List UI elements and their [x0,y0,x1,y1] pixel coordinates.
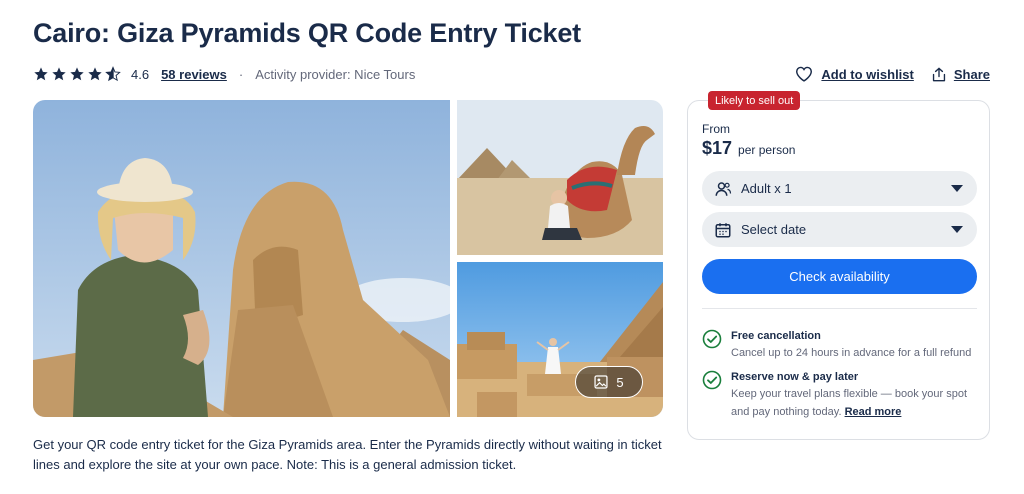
from-label: From [702,122,730,136]
likely-to-sell-out-badge: Likely to sell out [708,91,801,110]
check-availability-button[interactable]: Check availability [702,259,977,294]
booking-card: From $17 per person Adult x 1 Select dat… [687,100,990,440]
wishlist-label: Add to wishlist [821,66,914,82]
feature-title: Reserve now & pay later [731,371,859,383]
activity-provider: Activity provider: Nice Tours [255,66,416,82]
main-photo-sphinx[interactable] [33,100,450,417]
feature-title: Free cancellation [731,330,821,342]
chevron-down-icon [951,185,963,192]
participants-select[interactable]: Adult x 1 [702,171,977,206]
participants-icon [715,181,732,196]
calendar-icon [715,222,731,237]
star-icon [34,67,48,81]
reserve-now-pay-later-feature: Reserve now & pay later Keep your travel… [702,369,982,421]
check-circle-icon [702,370,722,390]
price: $17 per person [702,138,795,159]
check-circle-icon [702,329,722,349]
share-button[interactable]: Share [932,67,990,82]
share-label: Share [953,66,990,82]
date-select[interactable]: Select date [702,212,977,247]
share-icon [932,67,945,81]
image-icon [594,375,608,389]
star-icon [88,67,102,81]
page-title: Cairo: Giza Pyramids QR Code Entry Ticke… [33,18,581,48]
divider [702,308,977,309]
participants-value: Adult x 1 [741,181,792,196]
photo-camel[interactable] [457,100,663,255]
free-cancellation-feature: Free cancellation Cancel up to 24 hours … [702,328,982,362]
read-more-link[interactable]: Read more [845,406,902,418]
add-to-wishlist-button[interactable]: Add to wishlist [795,66,914,82]
star-half-icon [105,66,121,82]
product-description: Get your QR code entry ticket for the Gi… [33,437,662,472]
date-value: Select date [741,222,807,237]
rating-value: 4.6 [131,66,150,82]
price-amount: $17 [702,138,733,158]
feature-description: Cancel up to 24 hours in advance for a f… [731,347,972,359]
price-unit: per person [738,143,796,157]
page-actions: Add to wishlist Share [795,64,990,84]
rating-row: 4.6 58 reviews · Activity provider: Nice… [33,64,415,84]
star-rating [33,66,121,82]
reviews-link[interactable]: 58 reviews [161,67,227,82]
star-icon [52,67,66,81]
star-icon [70,67,84,81]
chevron-down-icon [951,226,963,233]
separator-dot: · [238,66,244,82]
photo-count-label: 5 [616,374,624,390]
heart-icon [796,66,813,82]
view-all-photos-button[interactable]: 5 [575,366,643,398]
feature-description: Keep your travel plans flexible — book y… [731,385,982,421]
